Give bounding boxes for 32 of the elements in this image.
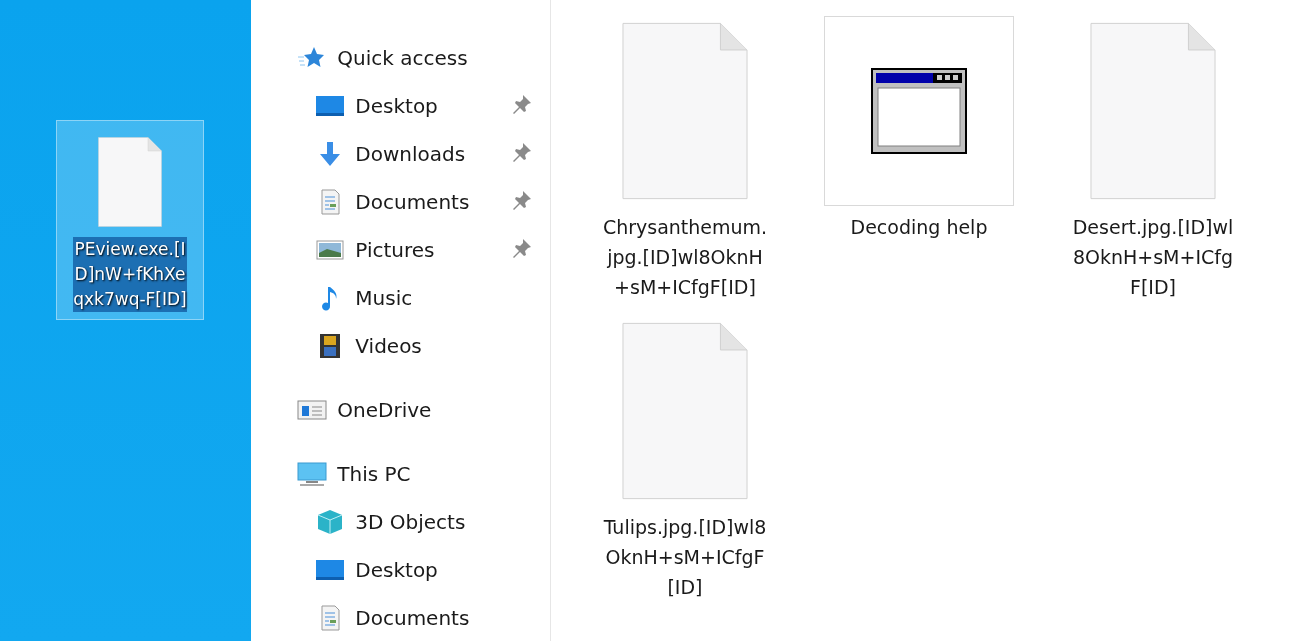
pin-icon[interactable] xyxy=(512,238,532,258)
file-name: Decoding help xyxy=(850,215,988,240)
desktop-icon xyxy=(315,93,346,119)
desktop-icon xyxy=(315,557,346,583)
pin-icon[interactable] xyxy=(512,94,532,114)
navigation-item[interactable]: 3D Objects xyxy=(251,498,550,546)
navigation-item[interactable]: Quick access xyxy=(251,34,550,82)
navigation-item[interactable]: Desktop xyxy=(251,82,550,130)
file-icon xyxy=(622,322,748,500)
application-window-icon xyxy=(871,68,967,154)
navigation-item[interactable]: Downloads xyxy=(251,130,550,178)
window-icon xyxy=(297,397,328,423)
file-icon xyxy=(622,22,748,200)
file-name: Desert.jpg.[ID]wl 8OknH+sM+ICfg F[ID] xyxy=(1072,215,1234,300)
desktop-file[interactable]: PEview.exe.[I D]nW+fKhXe qxk7wq-F[ID] xyxy=(56,120,204,320)
file-tile[interactable] xyxy=(824,16,1014,206)
navigation-item[interactable]: Music xyxy=(251,274,550,322)
navigation-item[interactable]: This PC xyxy=(251,450,550,498)
file-name: Tulips.jpg.[ID]wl8 OknH+sM+ICfgF [ID] xyxy=(603,515,767,600)
navigation-item[interactable]: OneDrive xyxy=(251,386,550,434)
monitor-icon xyxy=(297,461,328,487)
file-name: Chrysanthemum. jpg.[ID]wl8OknH +sM+ICfgF[ID] xyxy=(602,215,768,300)
navigation-item[interactable]: Videos xyxy=(251,322,550,370)
picture-icon xyxy=(315,237,346,263)
navigation-item[interactable]: Documents xyxy=(251,594,550,641)
navigation-item[interactable]: Desktop xyxy=(251,546,550,594)
pin-icon[interactable] xyxy=(512,142,532,162)
file-icon xyxy=(98,137,162,227)
navigation-item[interactable]: Pictures xyxy=(251,226,550,274)
navigation-item[interactable]: Documents xyxy=(251,178,550,226)
pin-icon[interactable] xyxy=(512,190,532,210)
file-icon xyxy=(1090,22,1216,200)
